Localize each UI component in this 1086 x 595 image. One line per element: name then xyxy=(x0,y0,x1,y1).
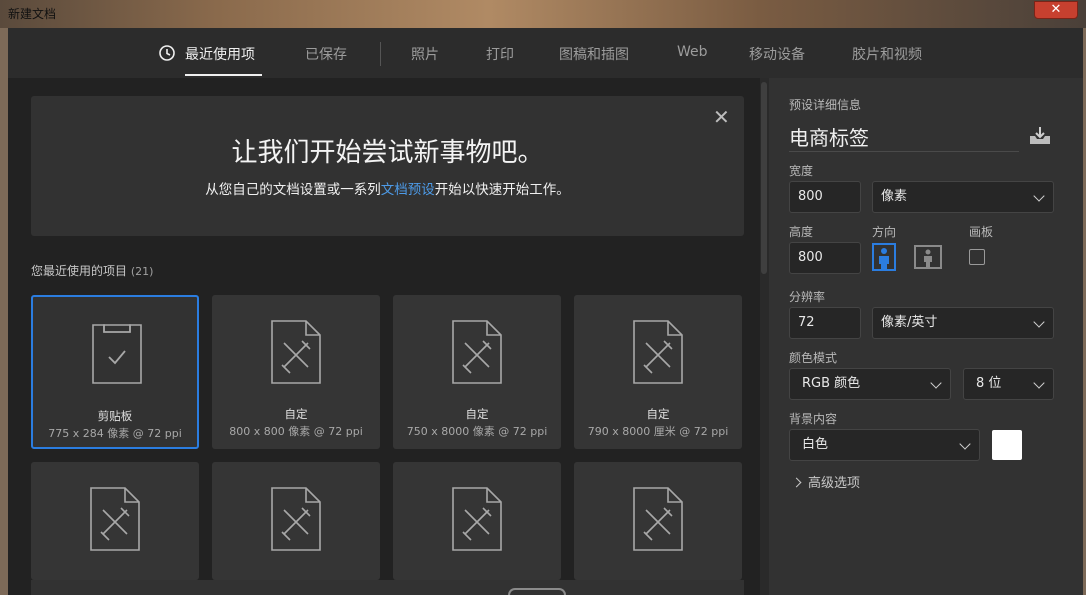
recent-item-meta: 790 x 8000 厘米 @ 72 ppi xyxy=(587,425,729,438)
nav-divider xyxy=(380,42,381,66)
recent-item-card[interactable]: 自定 790 x 8000 厘米 @ 72 ppi xyxy=(574,295,742,449)
width-input[interactable]: 800 xyxy=(789,181,861,213)
landscape-orientation-icon[interactable] xyxy=(914,245,942,269)
bit-depth-value: 8 位 xyxy=(976,376,1002,391)
document-pencil-icon xyxy=(271,320,321,384)
chevron-down-icon xyxy=(959,438,971,450)
banner-sub-text-before: 从您自己的文档设置或一系列 xyxy=(205,182,381,198)
recent-item-card[interactable]: 自定 750 x 8000 像素 @ 72 ppi xyxy=(393,295,561,449)
window-close-button[interactable]: ✕ xyxy=(1034,1,1078,19)
clock-icon xyxy=(159,45,175,61)
recent-item-name: 自定 xyxy=(465,407,489,421)
recent-items-count: (21) xyxy=(130,265,154,278)
color-mode-value: RGB 颜色 xyxy=(802,376,861,391)
active-tab-underline xyxy=(185,74,262,76)
window-titlebar: 新建文档 ✕ xyxy=(0,0,1086,28)
window-title: 新建文档 xyxy=(8,7,57,21)
tab-photo[interactable]: 照片 xyxy=(411,44,439,64)
templates-search-button[interactable] xyxy=(508,588,566,595)
tab-web[interactable]: Web xyxy=(677,44,708,60)
chevron-down-icon xyxy=(1033,190,1045,202)
banner-close-icon[interactable]: ✕ xyxy=(713,105,730,129)
category-nav: 最近使用项 已保存 照片 打印 图稿和插图 Web 移动设备 胶片和视频 xyxy=(8,28,1083,78)
recent-item-card[interactable] xyxy=(574,462,742,580)
advanced-options-toggle[interactable]: 高级选项 xyxy=(791,472,861,491)
banner-subtitle: 从您自己的文档设置或一系列文档预设开始以快速开始工作。 xyxy=(31,178,744,198)
document-pencil-icon xyxy=(452,320,502,384)
resolution-unit-value: 像素/英寸 xyxy=(881,315,938,330)
chevron-down-icon xyxy=(1033,316,1045,328)
resolution-input[interactable]: 72 xyxy=(789,307,861,339)
recent-item-card[interactable] xyxy=(31,462,199,580)
background-color-swatch[interactable] xyxy=(992,430,1022,460)
recent-item-card[interactable] xyxy=(393,462,561,580)
tab-art-illustration[interactable]: 图稿和插图 xyxy=(559,44,629,64)
tab-film-video[interactable]: 胶片和视频 xyxy=(852,44,922,64)
width-label: 宽度 xyxy=(789,164,814,178)
tab-recent[interactable]: 最近使用项 xyxy=(185,44,255,64)
preset-details-label: 预设详细信息 xyxy=(789,98,862,112)
artboard-checkbox[interactable] xyxy=(969,249,985,265)
width-unit-select[interactable]: 像素 xyxy=(872,181,1054,213)
templates-strip xyxy=(31,580,744,595)
presets-scrollbar[interactable] xyxy=(760,78,769,595)
advanced-options-label: 高级选项 xyxy=(808,476,861,491)
recent-items-label: 您最近使用的项目 xyxy=(31,264,128,278)
preset-name-input[interactable]: 电商标签 xyxy=(789,122,1019,152)
recent-item-card[interactable] xyxy=(212,462,380,580)
document-pencil-icon xyxy=(633,487,683,551)
chevron-down-icon xyxy=(1033,377,1045,389)
document-pencil-icon xyxy=(633,320,683,384)
recent-item-meta: 800 x 800 像素 @ 72 ppi xyxy=(229,425,363,438)
width-unit-value: 像素 xyxy=(881,189,908,204)
background-select[interactable]: 白色 xyxy=(789,429,980,461)
recent-item-card[interactable]: 自定 800 x 800 像素 @ 72 ppi xyxy=(212,295,380,449)
recent-item-meta: 750 x 8000 像素 @ 72 ppi xyxy=(406,425,548,438)
color-mode-label: 颜色模式 xyxy=(789,351,838,365)
scrollbar-thumb[interactable] xyxy=(761,82,767,274)
recent-item-name: 自定 xyxy=(284,407,308,421)
window-frame-left xyxy=(0,28,8,595)
recent-items-heading: 您最近使用的项目 (21) xyxy=(31,262,153,279)
chevron-right-icon xyxy=(791,477,802,488)
color-mode-select[interactable]: RGB 颜色 xyxy=(789,368,951,400)
document-pencil-icon xyxy=(90,487,140,551)
height-label: 高度 xyxy=(789,225,814,239)
recent-item-name: 剪贴板 xyxy=(97,409,133,423)
height-input[interactable]: 800 xyxy=(789,242,861,274)
document-pencil-icon xyxy=(452,487,502,551)
banner-title: 让我们开始尝试新事物吧。 xyxy=(231,138,544,168)
portrait-orientation-icon[interactable] xyxy=(872,243,896,271)
resolution-unit-select[interactable]: 像素/英寸 xyxy=(872,307,1054,339)
welcome-banner: 让我们开始尝试新事物吧。 从您自己的文档设置或一系列文档预设开始以快速开始工作。… xyxy=(31,96,744,236)
background-value: 白色 xyxy=(802,437,829,452)
resolution-label: 分辨率 xyxy=(789,290,826,304)
tab-print[interactable]: 打印 xyxy=(486,44,514,64)
tab-mobile[interactable]: 移动设备 xyxy=(749,44,805,64)
orientation-label: 方向 xyxy=(872,225,897,239)
recent-item-card[interactable]: 剪贴板 775 x 284 像素 @ 72 ppi xyxy=(31,295,199,449)
chevron-down-icon xyxy=(930,377,942,389)
bit-depth-select[interactable]: 8 位 xyxy=(963,368,1054,400)
background-label: 背景内容 xyxy=(789,412,838,426)
tab-saved[interactable]: 已保存 xyxy=(305,44,347,64)
recent-item-name: 自定 xyxy=(646,407,670,421)
recent-item-meta: 775 x 284 像素 @ 72 ppi xyxy=(48,427,182,440)
save-preset-icon[interactable] xyxy=(1028,126,1052,146)
document-pencil-icon xyxy=(271,487,321,551)
banner-sub-text-after: 开始以快速开始工作。 xyxy=(434,182,570,198)
presets-link[interactable]: 文档预设 xyxy=(381,182,435,198)
clipboard-icon xyxy=(92,324,142,384)
artboard-label: 画板 xyxy=(969,225,994,239)
